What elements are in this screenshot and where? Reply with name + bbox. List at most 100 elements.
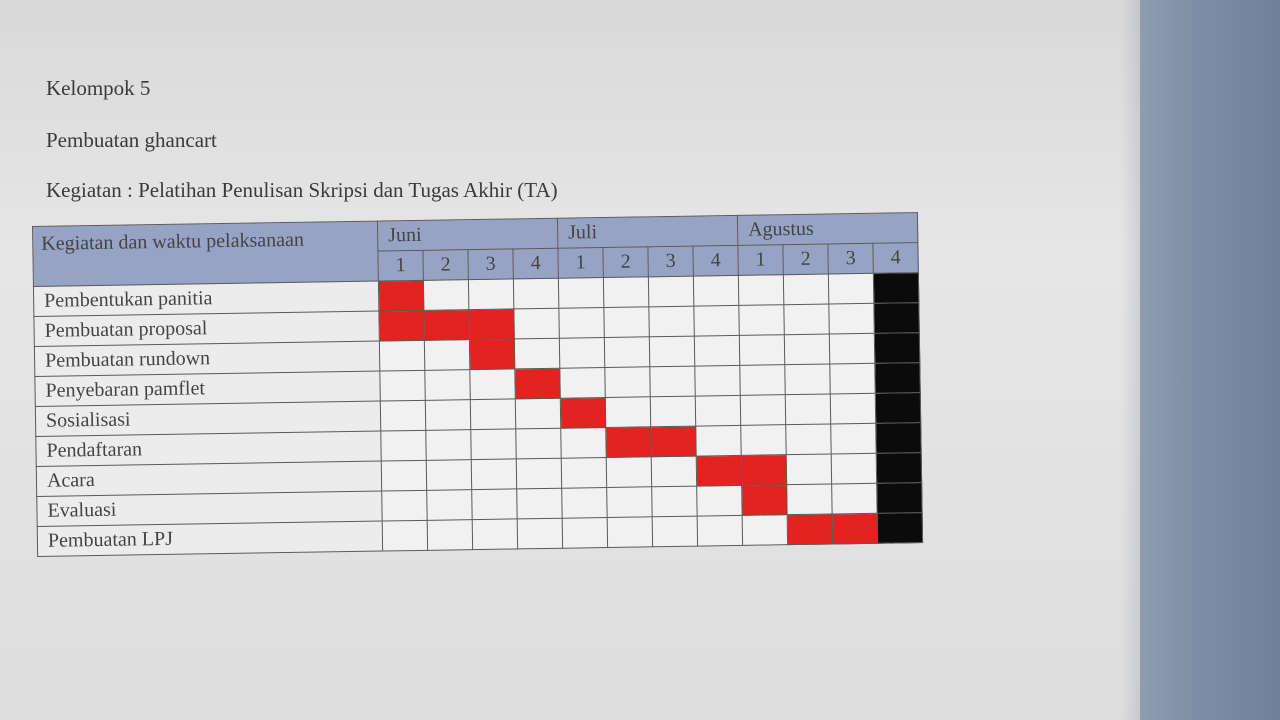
week-cell [831,483,878,514]
week-cell [783,303,830,335]
schedule-bar-cell [469,338,515,370]
week-header: 3 [647,246,694,277]
week-cell [471,488,518,520]
schedule-bar-cell [741,484,788,516]
week-header: 2 [782,244,829,275]
week-cell [785,423,832,455]
week-header: 4 [872,242,919,274]
filled-week-cell [874,332,920,364]
week-header: 4 [512,248,559,279]
week-cell [516,458,562,489]
month-header: Juli [557,215,738,249]
week-cell [652,516,698,547]
filled-week-cell [873,272,919,304]
gantt-table: Kegiatan dan waktu pelaksanaan Juni Juli… [32,212,923,557]
week-cell [693,305,740,337]
week-header: 1 [377,250,424,282]
week-cell [561,457,607,489]
week-cell [649,366,696,397]
week-cell [425,429,472,461]
week-cell [738,274,784,306]
schedule-bar-cell [378,280,424,312]
filled-week-cell [877,512,923,544]
week-cell [829,333,875,364]
week-cell [607,516,653,548]
week-cell [740,394,786,426]
week-cell [785,393,831,425]
week-cell [651,486,698,517]
week-cell [604,336,650,368]
week-cell [515,428,562,459]
schedule-bar-cell [468,308,515,340]
gantt-body: Pembentukan panitia Pembuatan proposal Pem… [33,272,923,557]
week-cell [784,363,831,395]
month-header: Juni [377,218,558,252]
week-cell [426,459,472,491]
week-cell [560,427,607,459]
week-cell [695,425,742,457]
week-header: 2 [602,246,649,278]
schedule-bar-cell [650,426,697,457]
week-cell [468,278,514,310]
week-cell [379,370,426,402]
week-cell [606,456,652,488]
week-cell [829,363,876,394]
week-cell [648,276,694,307]
week-cell [649,336,695,367]
week-cell [784,333,830,365]
week-cell [516,488,563,519]
week-cell [514,338,560,369]
filled-week-cell [873,302,920,334]
week-cell [513,308,560,339]
week-cell [694,335,740,367]
week-cell [559,337,605,369]
week-cell [558,277,604,309]
week-cell [515,398,561,429]
week-cell [739,364,786,396]
week-cell [381,460,427,492]
week-header: 3 [467,248,514,280]
week-cell [513,278,559,309]
week-cell [382,520,428,552]
week-cell [471,458,517,490]
week-cell [423,279,469,311]
week-cell [380,400,426,432]
week-cell [695,395,741,427]
week-cell [786,453,832,485]
week-cell [562,517,608,549]
group-title: Kelompok 5 [46,76,151,100]
filled-week-cell [874,362,921,394]
week-cell [605,396,651,428]
week-cell [379,340,425,372]
week-cell [561,487,608,519]
activity-title: Kegiatan : Pelatihan Penulisan Skripsi d… [46,178,558,202]
week-cell [380,430,427,462]
week-cell [603,276,649,308]
week-cell [650,396,696,427]
week-cell [830,423,877,454]
task-name: Pembuatan LPJ [37,521,383,557]
week-cell [427,519,473,551]
filled-week-cell [875,392,921,424]
week-cell [604,366,651,398]
week-cell [696,485,743,517]
filled-week-cell [876,452,922,484]
week-header: 1 [737,244,784,276]
week-header: 4 [692,245,739,277]
week-cell [606,486,653,518]
week-cell [426,489,473,521]
week-cell [517,518,563,549]
document-subtitle: Pembuatan ghancart [46,128,217,152]
schedule-bar-cell [696,455,742,487]
monitor-bezel [1140,0,1280,720]
week-header: 2 [422,249,469,281]
filled-week-cell [875,422,922,454]
week-cell [559,367,606,399]
schedule-bar-cell [423,309,470,341]
schedule-bar-cell [787,513,833,545]
week-cell [694,365,741,397]
week-cell [831,453,877,484]
week-cell [603,306,650,338]
week-cell [651,456,697,487]
schedule-bar-cell [514,368,561,399]
